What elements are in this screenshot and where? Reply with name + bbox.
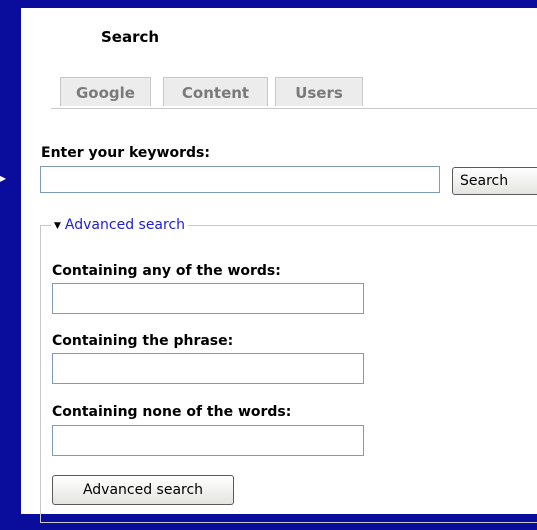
tab-content[interactable]: Content — [163, 77, 268, 106]
any-words-label: Containing any of the words: — [52, 263, 281, 279]
phrase-label: Containing the phrase: — [52, 333, 234, 349]
search-button[interactable]: Search — [452, 167, 537, 195]
collapse-triangle-icon: ▼ — [54, 221, 61, 231]
search-panel: Search Google Content Users Enter your k… — [21, 8, 537, 523]
any-words-input[interactable] — [52, 283, 364, 314]
advanced-search-legend: Advanced search — [64, 217, 186, 233]
tab-google[interactable]: Google — [60, 77, 151, 106]
keywords-input[interactable] — [40, 166, 440, 193]
tab-users[interactable]: Users — [275, 77, 363, 106]
advanced-search-button[interactable]: Advanced search — [52, 475, 234, 505]
arrow-right-icon: ▸ — [0, 171, 7, 185]
advanced-search-toggle[interactable]: ▼ Advanced search — [51, 216, 189, 235]
window-frame: ▸ Search Google Content Users Enter your… — [0, 0, 537, 530]
none-words-input[interactable] — [52, 425, 364, 456]
keywords-label: Enter your keywords: — [41, 145, 210, 161]
none-words-label: Containing none of the words: — [52, 404, 292, 420]
page-title: Search — [101, 28, 160, 46]
search-tabs: Google Content Users — [51, 77, 537, 109]
phrase-input[interactable] — [52, 353, 364, 384]
